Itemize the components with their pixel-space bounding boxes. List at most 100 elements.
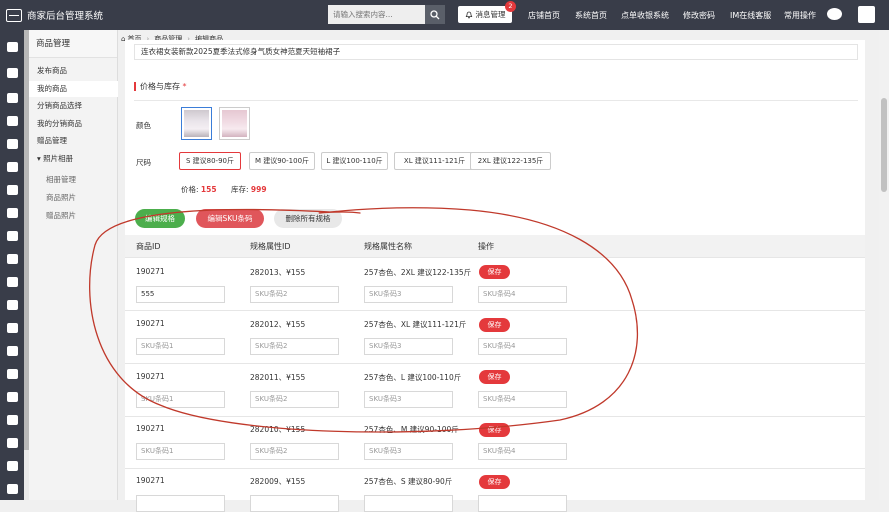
nav-im-service[interactable]: IM在线客服 <box>730 0 771 30</box>
save-button[interactable]: 保存 <box>479 423 510 437</box>
home-icon[interactable] <box>7 42 18 52</box>
sku-input-1[interactable]: SKU条码1 <box>136 391 225 408</box>
size-option-xl[interactable]: XL 建议111-121斤 <box>394 152 475 170</box>
edit-spec-button[interactable]: 编辑规格 <box>135 209 185 228</box>
row-divider <box>125 363 865 364</box>
delete-all-specs-button[interactable]: 删除所有规格 <box>274 209 342 228</box>
sku-input-1[interactable]: SKU条码1 <box>136 338 225 355</box>
truck-icon[interactable] <box>7 68 18 78</box>
trophy-icon[interactable] <box>7 369 18 379</box>
sku-input-3[interactable]: SKU条码3 <box>364 286 453 303</box>
gift-icon[interactable] <box>7 208 18 218</box>
chat-icon[interactable] <box>827 8 842 20</box>
sku-input-2[interactable] <box>250 495 339 512</box>
sidebar-item-photo-album-label: 照片相册 <box>43 154 74 163</box>
search-button[interactable] <box>425 5 445 24</box>
gamepad-icon[interactable] <box>7 461 18 471</box>
email-icon[interactable] <box>7 484 18 494</box>
bank-icon[interactable] <box>7 162 18 172</box>
column-header-action: 操作 <box>478 242 494 251</box>
sku-input-2[interactable]: SKU条码2 <box>250 443 339 460</box>
nav-pos-system[interactable]: 点单收银系统 <box>621 0 669 30</box>
sidebar-item-product-photos[interactable]: 商品照片 <box>24 190 118 206</box>
row-divider <box>125 257 865 258</box>
plane-icon[interactable] <box>7 185 18 195</box>
save-button[interactable]: 保存 <box>479 370 510 384</box>
lock-icon[interactable] <box>7 415 18 425</box>
sidebar-item-distribution-select[interactable]: 分销商品选择 <box>24 98 118 114</box>
cell-spec-name: 257杏色、L 建议100-110斤 <box>364 373 462 382</box>
nav-system-home[interactable]: 系统首页 <box>575 0 607 30</box>
id-card-icon[interactable] <box>7 116 18 126</box>
sku-input-2[interactable]: SKU条码2 <box>250 286 339 303</box>
save-button[interactable]: 保存 <box>479 265 510 279</box>
ball-icon[interactable] <box>7 231 18 241</box>
color-swatch-pink[interactable] <box>219 107 250 140</box>
cell-product-id: 190271 <box>136 424 165 433</box>
message-count-badge: 2 <box>505 1 516 12</box>
sku-input-1[interactable]: 555 <box>136 286 225 303</box>
clock-icon[interactable] <box>7 300 18 310</box>
sidebar-scrollbar-thumb[interactable] <box>24 30 29 450</box>
sidebar-item-my-distribution[interactable]: 我的分销商品 <box>24 116 118 132</box>
save-button[interactable]: 保存 <box>479 318 510 332</box>
avatar[interactable] <box>858 6 875 23</box>
nav-shop-home[interactable]: 店铺首页 <box>528 0 560 30</box>
row-divider <box>125 416 865 417</box>
sidebar-item-gifts[interactable]: 赠品管理 <box>24 133 118 149</box>
nav-change-password[interactable]: 修改密码 <box>683 0 715 30</box>
color-label: 颜色 <box>136 121 151 130</box>
sku-input-4[interactable]: SKU条码4 <box>478 338 567 355</box>
video-icon[interactable] <box>7 254 18 264</box>
app-logo[interactable]: 商家后台管理系统 <box>0 8 120 22</box>
sku-input-2[interactable]: SKU条码2 <box>250 338 339 355</box>
stock-value: 999 <box>250 185 267 194</box>
product-description-field[interactable]: 连衣裙女装新款2025夏季法式修身气质女神范夏天短袖裙子 <box>134 44 858 60</box>
sku-input-3[interactable]: SKU条码3 <box>364 443 453 460</box>
sidebar-item-album-manage[interactable]: 相册管理 <box>24 172 118 188</box>
sidebar-scrollbar[interactable] <box>24 30 29 500</box>
sidebar-title: 商品管理 <box>24 30 117 58</box>
sidebar-item-publish[interactable]: 发布商品 <box>24 63 118 79</box>
sku-input-3[interactable] <box>364 495 453 512</box>
cell-spec-id: 282010、¥155 <box>250 425 306 434</box>
users-icon[interactable] <box>7 323 18 333</box>
main-scrollbar-thumb[interactable] <box>881 98 887 192</box>
sku-input-4[interactable] <box>478 495 567 512</box>
comment-icon[interactable] <box>7 438 18 448</box>
sku-input-3[interactable]: SKU条码3 <box>364 338 453 355</box>
qrcode-icon[interactable] <box>7 93 18 103</box>
star-icon[interactable] <box>7 346 18 356</box>
sku-input-3[interactable]: SKU条码3 <box>364 391 453 408</box>
size-option-m[interactable]: M 建议90-100斤 <box>249 152 315 170</box>
sku-input-1[interactable] <box>136 495 225 512</box>
music-icon[interactable] <box>7 277 18 287</box>
sku-input-1[interactable]: SKU条码1 <box>136 443 225 460</box>
sku-input-4[interactable]: SKU条码4 <box>478 286 567 303</box>
sidebar-item-my-products[interactable]: 我的商品 <box>24 81 118 97</box>
size-option-l[interactable]: L 建议100-110斤 <box>321 152 388 170</box>
sku-input-4[interactable]: SKU条码4 <box>478 391 567 408</box>
edit-sku-button[interactable]: 编辑SKU条码 <box>196 209 264 228</box>
row-divider <box>125 468 865 469</box>
search-input[interactable] <box>328 5 425 24</box>
size-option-2xl[interactable]: 2XL 建议122-135斤 <box>470 152 551 170</box>
price-value: 155 <box>200 185 217 194</box>
sku-input-2[interactable]: SKU条码2 <box>250 391 339 408</box>
messages-button[interactable]: 消息管理 <box>458 6 512 23</box>
cell-spec-id: 282012、¥155 <box>250 320 306 329</box>
main-scrollbar[interactable] <box>879 30 889 500</box>
nav-common-actions[interactable]: 常用操作 <box>784 0 816 30</box>
cell-spec-id: 282013、¥155 <box>250 268 306 277</box>
save-button[interactable]: 保存 <box>479 475 510 489</box>
main-panel: 连衣裙女装新款2025夏季法式修身气质女神范夏天短袖裙子 价格与库存 * 颜色 … <box>125 40 865 512</box>
cart-icon[interactable] <box>7 139 18 149</box>
size-option-s[interactable]: S 建议80-90斤 <box>179 152 241 170</box>
price-label: 价格: <box>181 185 199 194</box>
app-title: 商家后台管理系统 <box>27 11 104 22</box>
share-icon[interactable] <box>7 392 18 402</box>
sku-input-4[interactable]: SKU条码4 <box>478 443 567 460</box>
color-swatch-apricot[interactable] <box>181 107 212 140</box>
sidebar-item-gift-photos[interactable]: 赠品照片 <box>24 208 118 224</box>
sidebar-item-photo-album[interactable]: ▾ 照片相册 <box>24 151 118 167</box>
